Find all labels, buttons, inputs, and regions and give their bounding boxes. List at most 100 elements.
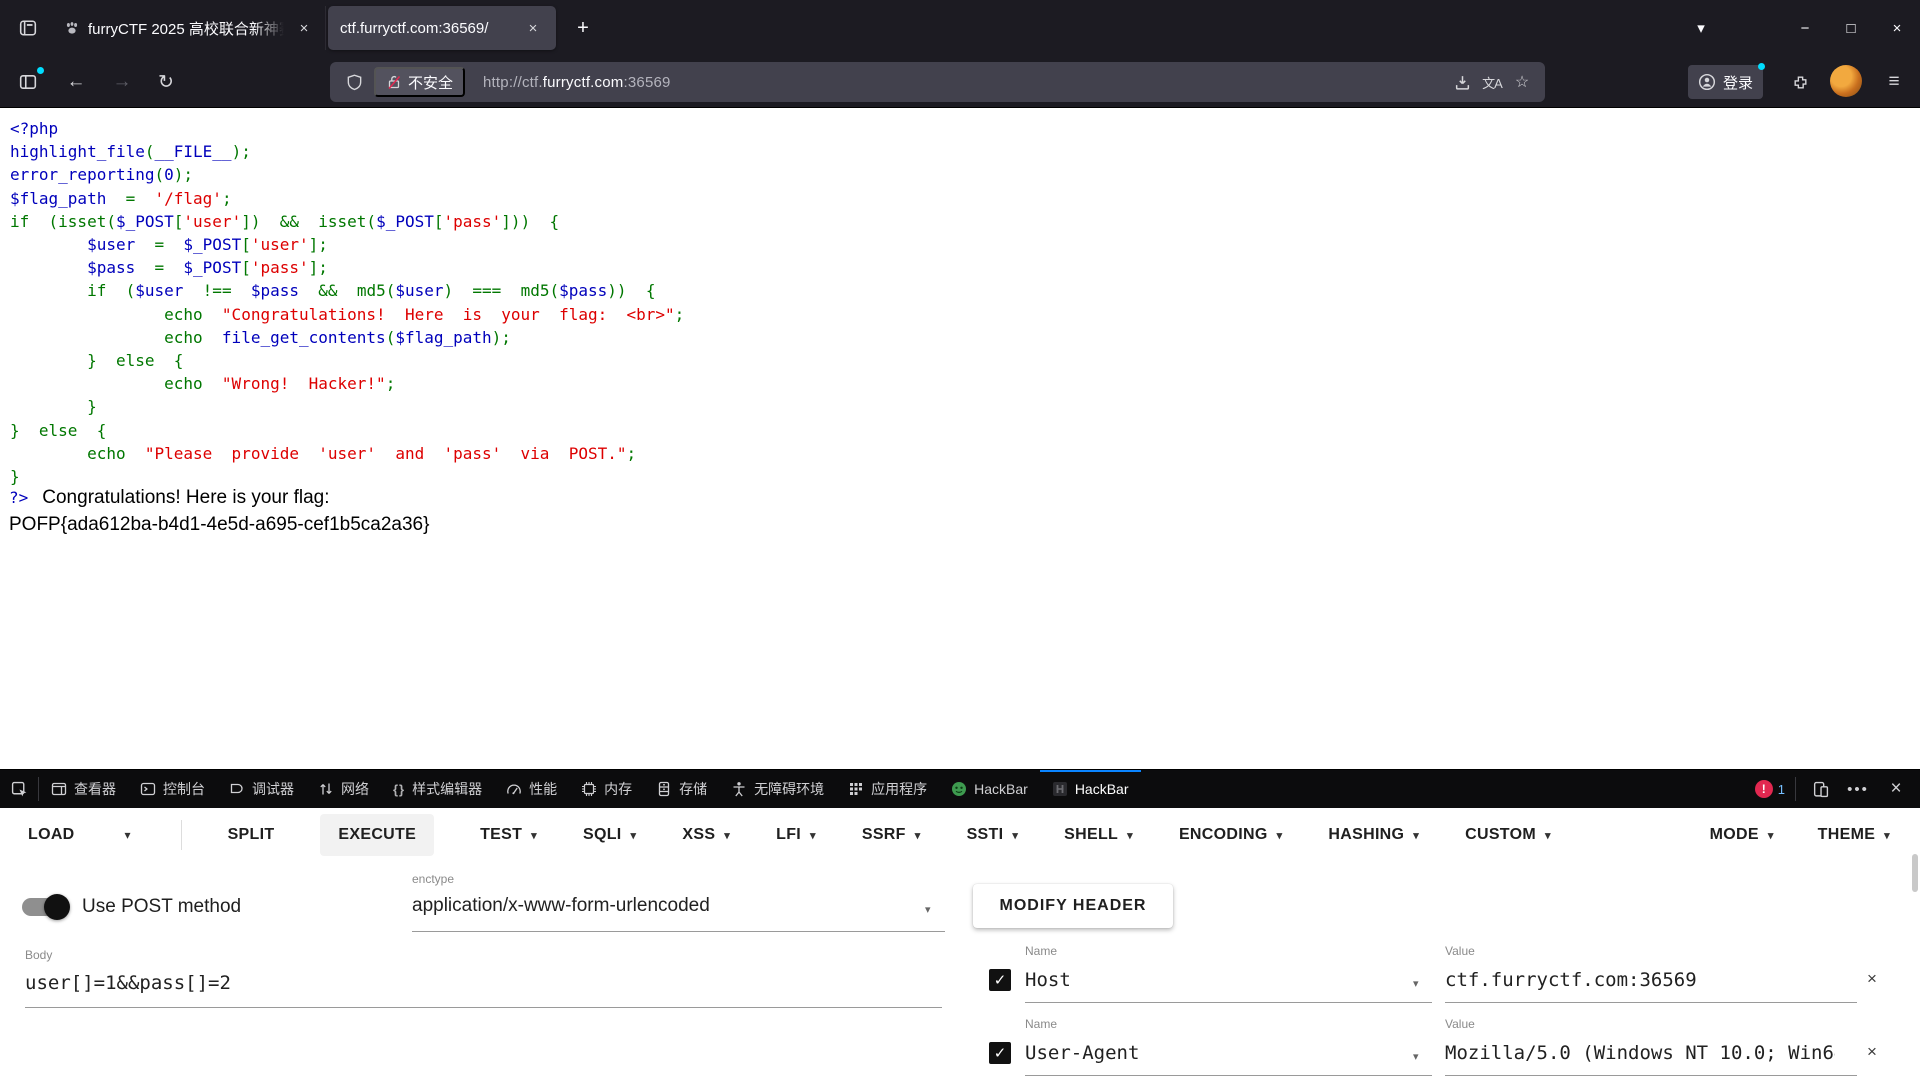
hackbar-menu-split[interactable]: SPLIT bbox=[228, 826, 275, 844]
header-name-label: Name bbox=[1025, 1017, 1057, 1031]
chevron-down-icon: ▾ bbox=[810, 829, 816, 842]
url-bar[interactable]: 不安全 http://ctf.furryctf.com:36569 文A ☆ bbox=[330, 62, 1545, 102]
save-page-button[interactable] bbox=[1447, 67, 1477, 97]
hackbar-menu-load[interactable]: LOAD bbox=[28, 826, 75, 844]
back-button[interactable]: ← bbox=[58, 64, 94, 100]
profile-avatar[interactable] bbox=[1830, 65, 1862, 97]
app-menu-button[interactable]: ≡ bbox=[1876, 64, 1912, 100]
devtools-tabs: 查看器控制台调试器网络{}样式编辑器性能内存存储无障碍环境应用程序HackBar… bbox=[39, 770, 1141, 808]
devtools-tab-performance[interactable]: 性能 bbox=[494, 770, 569, 808]
tab-close-icon[interactable]: × bbox=[293, 17, 315, 39]
tab-close-icon[interactable]: × bbox=[522, 17, 544, 39]
devtools-tab-inspector[interactable]: 查看器 bbox=[39, 770, 128, 808]
header-value-input[interactable]: Mozilla/5.0 (Windows NT 10.0; Win64 bbox=[1445, 1042, 1835, 1064]
modify-header-button[interactable]: MODIFY HEADER bbox=[973, 884, 1173, 928]
php-source-code: <?phphighlight_file(__FILE__);error_repo… bbox=[10, 117, 684, 488]
hackbar-menu-encoding[interactable]: ENCODING▾ bbox=[1179, 826, 1282, 844]
tab-favicon-paw-icon bbox=[64, 20, 80, 36]
enctype-select[interactable]: application/x-www-form-urlencoded bbox=[412, 895, 710, 917]
hackbar-menu-theme[interactable]: THEME▾ bbox=[1818, 826, 1890, 844]
devtools-tab-network[interactable]: 网络 bbox=[306, 770, 381, 808]
load-caret-button[interactable]: ▾ bbox=[121, 824, 135, 846]
devtools-close-button[interactable]: × bbox=[1882, 775, 1910, 803]
bookmark-star-button[interactable]: ☆ bbox=[1507, 67, 1537, 97]
code-line: $pass = $_POST['pass']; bbox=[10, 256, 684, 279]
hackbar-menu-shell[interactable]: SHELL▾ bbox=[1064, 826, 1133, 844]
browser-tab-active[interactable]: ctf.furryctf.com:36569/ × bbox=[328, 6, 556, 50]
reload-button[interactable]: ↻ bbox=[148, 64, 184, 100]
error-badge[interactable]: ! 1 bbox=[1755, 780, 1785, 798]
performance-icon bbox=[506, 781, 522, 797]
devtools-tab-application[interactable]: 应用程序 bbox=[836, 770, 939, 808]
header-name-caret-icon[interactable]: ▾ bbox=[1413, 977, 1419, 990]
hackbar-menu-execute[interactable]: EXECUTE bbox=[320, 814, 434, 856]
hackbar-menu-ssti[interactable]: SSTI▾ bbox=[967, 826, 1019, 844]
use-post-toggle[interactable] bbox=[22, 898, 68, 916]
devtools-tab-accessibility[interactable]: 无障碍环境 bbox=[719, 770, 836, 808]
menu-label: MODE bbox=[1710, 826, 1759, 844]
insecure-connection-chip[interactable]: 不安全 bbox=[374, 67, 465, 97]
hackbar-menu-xss[interactable]: XSS▾ bbox=[682, 826, 730, 844]
hackbar-menu-lfi[interactable]: LFI▾ bbox=[776, 826, 816, 844]
header-name-caret-icon[interactable]: ▾ bbox=[1413, 1050, 1419, 1063]
scrollbar-thumb[interactable] bbox=[1912, 854, 1918, 892]
hackbar-menu-custom[interactable]: CUSTOM▾ bbox=[1465, 826, 1551, 844]
tracking-shield-button[interactable] bbox=[340, 68, 368, 96]
hackbar-menu-ssrf[interactable]: SSRF▾ bbox=[862, 826, 921, 844]
browser-window: furryCTF 2025 高校联合新神赛 × ctf.furryctf.com… bbox=[0, 0, 1920, 1080]
hackbar-menu-mode[interactable]: MODE▾ bbox=[1710, 826, 1774, 844]
browser-tab-inactive[interactable]: furryCTF 2025 高校联合新神赛 × bbox=[54, 6, 326, 50]
translate-button[interactable]: 文A bbox=[1477, 67, 1507, 97]
header-value-input[interactable]: ctf.furryctf.com:36569 bbox=[1445, 969, 1835, 991]
new-tab-button[interactable]: + bbox=[566, 11, 600, 45]
insecure-label: 不安全 bbox=[408, 72, 453, 93]
check-icon: ✓ bbox=[994, 1044, 1007, 1062]
code-line: echo file_get_contents($flag_path); bbox=[10, 326, 684, 349]
translate-icon: 文A bbox=[1482, 73, 1502, 92]
list-all-tabs-chevron-icon[interactable]: ▾ bbox=[1678, 8, 1724, 48]
responsive-design-button[interactable] bbox=[1806, 775, 1834, 803]
chevron-down-icon: ▾ bbox=[1127, 829, 1133, 842]
header-name-select[interactable]: User-Agent bbox=[1025, 1042, 1139, 1064]
firefox-view-button[interactable] bbox=[10, 10, 46, 46]
pick-element-button[interactable] bbox=[0, 770, 38, 808]
hackbar-dark-icon bbox=[1052, 781, 1068, 797]
storage-icon bbox=[656, 781, 672, 797]
devtools-tab-style-editor[interactable]: {}样式编辑器 bbox=[381, 770, 494, 808]
devtools-tab-hackbar-green[interactable]: HackBar bbox=[939, 770, 1040, 808]
code-line: } else { bbox=[10, 419, 684, 442]
devtools-tab-debugger[interactable]: 调试器 bbox=[217, 770, 306, 808]
devtools-right-controls: ! 1 ••• × bbox=[1755, 770, 1920, 808]
login-label: 登录 bbox=[1723, 72, 1753, 93]
window-close-button[interactable]: × bbox=[1874, 8, 1920, 48]
hackbar-menu-sqli[interactable]: SQLI▾ bbox=[583, 826, 636, 844]
star-icon: ☆ bbox=[1515, 72, 1529, 92]
extension-button[interactable] bbox=[1782, 64, 1818, 100]
hackbar-menu-test[interactable]: TEST▾ bbox=[480, 826, 537, 844]
forward-button[interactable]: → bbox=[104, 64, 140, 100]
code-line: error_reporting(0); bbox=[10, 163, 684, 186]
devtools-tab-hackbar-dark[interactable]: HackBar bbox=[1040, 770, 1141, 808]
flag-message: Congratulations! Here is your flag: bbox=[42, 487, 329, 509]
remove-header-button[interactable]: × bbox=[1859, 966, 1885, 992]
header-name-select[interactable]: Host bbox=[1025, 969, 1071, 991]
sidebar-button[interactable] bbox=[10, 64, 46, 100]
code-line: } bbox=[10, 395, 684, 418]
hackbar-menu-hashing[interactable]: HASHING▾ bbox=[1328, 826, 1419, 844]
maximize-button[interactable]: □ bbox=[1828, 8, 1874, 48]
devtools-tab-storage[interactable]: 存储 bbox=[644, 770, 719, 808]
enctype-caret-icon[interactable]: ▾ bbox=[925, 903, 931, 916]
flag-value: POFP{ada612ba-b4d1-4e5d-a695-cef1b5ca2a3… bbox=[9, 514, 429, 541]
devtools-menu-button[interactable]: ••• bbox=[1844, 775, 1872, 803]
header-enabled-checkbox[interactable]: ✓ bbox=[989, 1042, 1011, 1064]
code-line: echo "Please provide 'user' and 'pass' v… bbox=[10, 442, 684, 465]
body-input[interactable]: user[]=1&&pass[]=2 bbox=[25, 972, 231, 994]
account-login-button[interactable]: 登录 bbox=[1688, 65, 1763, 99]
shield-icon bbox=[346, 74, 363, 91]
devtools-tab-console[interactable]: 控制台 bbox=[128, 770, 217, 808]
header-enabled-checkbox[interactable]: ✓ bbox=[989, 969, 1011, 991]
minimize-button[interactable]: − bbox=[1782, 8, 1828, 48]
header-row: ✓NameUser-Agent▾ValueMozilla/5.0 (Window… bbox=[973, 1013, 1920, 1080]
devtools-tab-memory[interactable]: 内存 bbox=[569, 770, 644, 808]
remove-header-button[interactable]: × bbox=[1859, 1039, 1885, 1065]
